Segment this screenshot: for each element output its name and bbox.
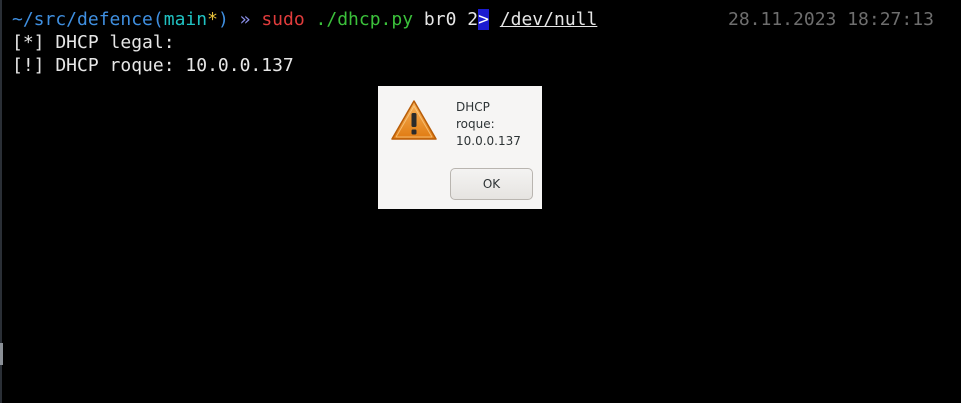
command-fd: 2: [467, 9, 479, 30]
prompt-symbol: »: [239, 9, 251, 30]
command-arg: br0: [423, 9, 457, 30]
output-line-legal: [*] DHCP legal:: [12, 32, 175, 53]
prompt-paren-close: ): [217, 9, 229, 30]
prompt-path: ~/src/defence: [12, 9, 153, 30]
warning-icon: [391, 100, 437, 140]
command-script: ./dhcp.py: [315, 9, 414, 30]
command-redirect-cursor[interactable]: >: [478, 9, 489, 30]
warning-dialog: DHCP roque: 10.0.0.137 OK: [378, 86, 542, 209]
prompt-dirty-mark: *: [207, 9, 218, 30]
command-target: /dev/null: [499, 9, 598, 30]
command-sudo: sudo: [261, 9, 305, 30]
dialog-message: DHCP roque: 10.0.0.137: [456, 100, 521, 148]
prompt-paren-open: (: [152, 9, 164, 30]
command-line: ~/src/defence(main*) » sudo ./dhcp.py br…: [12, 8, 597, 31]
prompt-timestamp: 28.11.2023 18:27:13: [728, 9, 934, 30]
output-line-roque: [!] DHCP roque: 10.0.0.137: [12, 55, 294, 76]
prompt-branch: main: [163, 9, 208, 30]
ok-button[interactable]: OK: [450, 168, 533, 200]
scroll-marker: [0, 343, 3, 365]
